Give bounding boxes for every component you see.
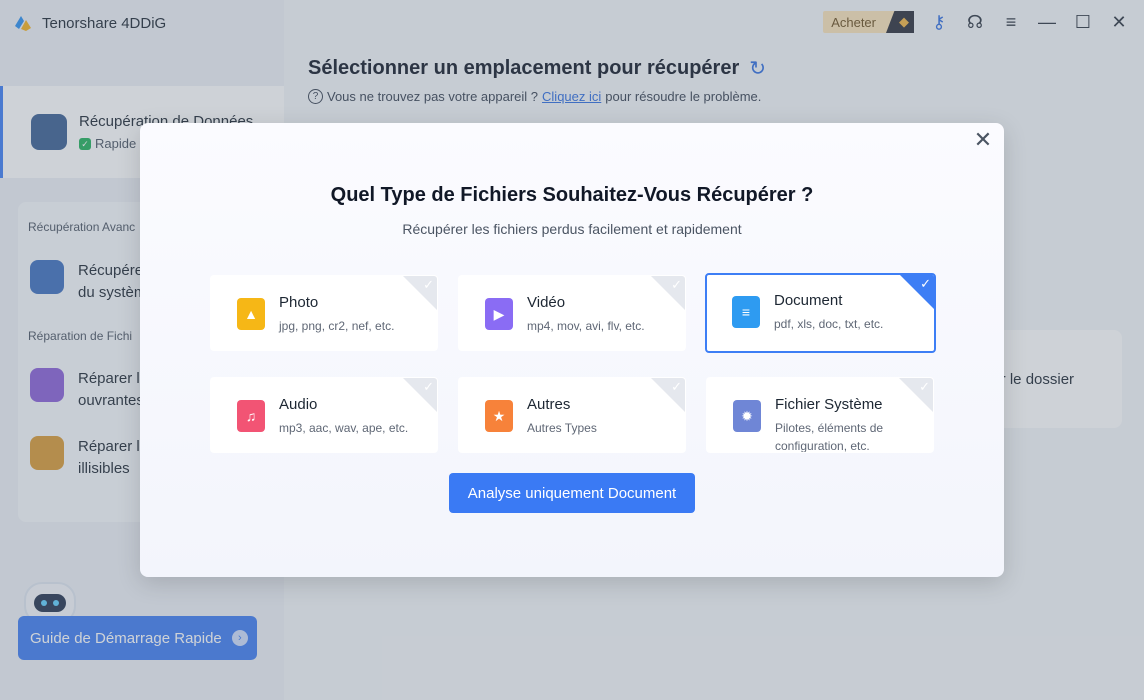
image-icon: ▲ — [237, 298, 265, 330]
check-icon: ✓ — [423, 379, 434, 394]
file-type-card-photo[interactable]: ✓ ▲ Photo jpg, png, cr2, nef, etc. — [210, 275, 438, 351]
file-type-extensions: pdf, xls, doc, txt, etc. — [774, 317, 884, 331]
close-dialog-icon[interactable]: ✕ — [972, 129, 994, 151]
check-icon: ✓ — [920, 276, 931, 291]
file-type-card-fichier-syst-me[interactable]: ✓ ✹ Fichier Système Pilotes, éléments de co… — [706, 377, 934, 453]
check-icon: ✓ — [671, 277, 682, 292]
scan-button[interactable]: Analyse uniquement Document — [449, 473, 695, 513]
file-type-extensions: Autres Types — [527, 421, 597, 435]
gear-icon: ✹ — [733, 400, 761, 432]
file-type-card-vid-o[interactable]: ✓ ▶ Vidéo mp4, mov, avi, flv, etc. — [458, 275, 686, 351]
star-icon: ★ — [485, 400, 513, 432]
file-type-name: Vidéo — [527, 294, 566, 311]
document-icon: ≡ — [732, 296, 760, 328]
file-type-name: Fichier Système — [775, 396, 883, 413]
file-type-name: Autres — [527, 396, 571, 413]
file-type-dialog: ✕ Quel Type de Fichiers Souhaitez-Vous R… — [140, 123, 1004, 577]
music-icon: ♫ — [237, 400, 265, 432]
file-type-card-audio[interactable]: ✓ ♫ Audio mp3, aac, wav, ape, etc. — [210, 377, 438, 453]
file-type-extensions: Pilotes, éléments de configuration, etc. — [775, 421, 884, 453]
dialog-subtitle: Récupérer les fichiers perdus facilement… — [402, 221, 742, 237]
check-icon: ✓ — [919, 379, 930, 394]
check-icon: ✓ — [423, 277, 434, 292]
check-icon: ✓ — [671, 379, 682, 394]
file-type-extensions: jpg, png, cr2, nef, etc. — [279, 319, 395, 333]
file-type-name: Audio — [279, 396, 318, 413]
file-type-name: Photo — [279, 294, 319, 311]
video-icon: ▶ — [485, 298, 513, 330]
file-type-extensions: mp4, mov, avi, flv, etc. — [527, 319, 645, 333]
file-type-card-autres[interactable]: ✓ ★ Autres Autres Types — [458, 377, 686, 453]
file-type-extensions: mp3, aac, wav, ape, etc. — [279, 421, 409, 435]
dialog-title: Quel Type de Fichiers Souhaitez-Vous Réc… — [330, 184, 814, 206]
file-type-card-document[interactable]: ✓ ≡ Document pdf, xls, doc, txt, etc. — [705, 273, 936, 353]
file-type-name: Document — [774, 292, 843, 309]
